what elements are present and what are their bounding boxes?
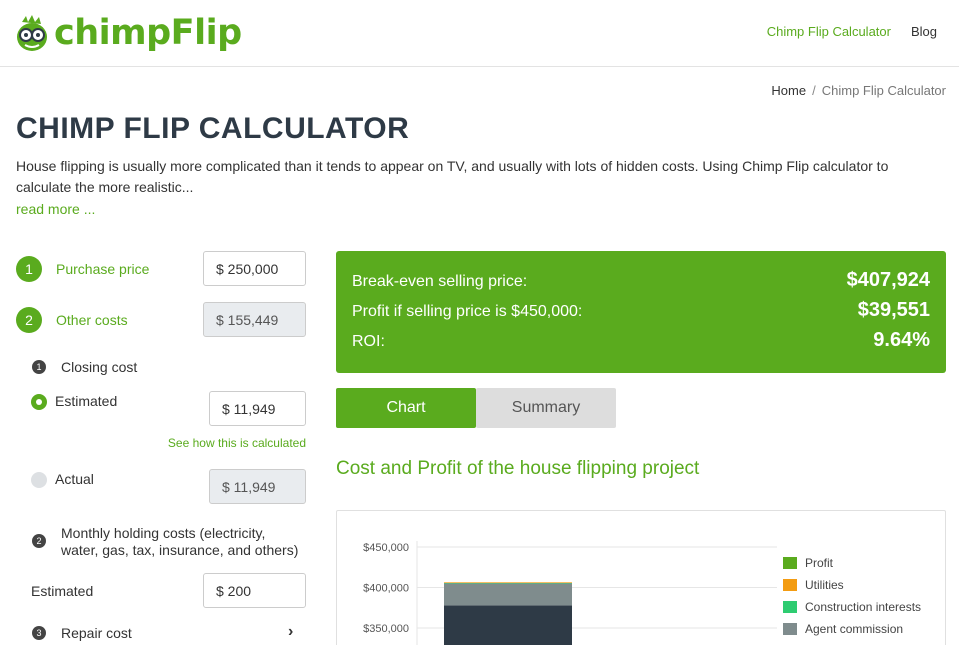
purchase-price-input[interactable]: $ 250,000 [203,251,306,286]
other-costs-label: Other costs [56,312,128,328]
breadcrumb-current: Chimp Flip Calculator [821,83,946,98]
closing-cost-label: Closing cost [61,359,138,375]
breadcrumb-home[interactable]: Home [771,83,806,98]
bar-segment-utilities [444,582,572,583]
profit-value: $39,551 [857,299,930,321]
closing-actual-input: $ 11,949 [209,469,306,504]
profit-row: Profit if selling price is $450,000: $39… [352,299,930,322]
legend-label: Construction interests [805,600,921,614]
y-tick-label: $450,000 [363,542,409,554]
legend-label: Agent commission [805,622,903,636]
other-costs-input: $ 155,449 [203,302,306,337]
y-tick-label: $350,000 [363,623,409,635]
breadcrumb-separator: / [812,83,816,98]
chart-title: Cost and Profit of the house flipping pr… [336,458,700,479]
profit-label: Profit if selling price is $450,000: [352,303,583,320]
closing-cost-num: 1 [32,360,46,374]
legend-label: Utilities [805,578,844,592]
logo-text: chimpFlip [54,13,242,53]
actual-radio[interactable] [31,472,47,488]
repair-cost-label: Repair cost [61,625,132,641]
holding-cost-label-line2: water, gas, tax, insurance, and others) [61,542,299,558]
cost-profit-chart: $450,000 $400,000 $350,000 Profit Utilities C… [363,541,921,645]
breakeven-label: Break-even selling price: [352,273,528,290]
roi-row: ROI: 9.64% [352,329,930,352]
y-tick-label: $400,000 [363,583,409,595]
bar-segment-base [444,605,572,645]
estimated-label: Estimated [55,393,118,409]
step-1-badge: 1 [16,256,42,282]
actual-label: Actual [55,471,94,487]
legend-swatch [783,557,797,569]
legend-swatch [783,601,797,613]
results-panel: Break-even selling price: $407,924 Profi… [336,251,946,373]
holding-cost-num: 2 [32,534,46,548]
read-more-link[interactable]: read more ... [16,201,95,217]
roi-value: 9.64% [873,329,930,351]
breakeven-row: Break-even selling price: $407,924 [352,269,930,292]
legend-swatch [783,579,797,591]
chevron-right-icon[interactable]: › [288,623,293,641]
intro-text: House flipping is usually more complicat… [16,158,889,195]
tab-chart[interactable]: Chart [336,388,476,428]
legend-label: Profit [805,556,834,570]
top-nav: Chimp Flip Calculator Blog [767,24,937,39]
page-title: CHIMP FLIP CALCULATOR [16,112,410,145]
tab-summary[interactable]: Summary [476,388,616,428]
nav-blog-link[interactable]: Blog [911,24,937,39]
chimp-face-icon [17,15,47,51]
holding-estimated-label: Estimated [31,583,94,599]
holding-cost-label: Monthly holding costs (electricity, wate… [61,525,298,559]
breadcrumb: Home / Chimp Flip Calculator [771,83,946,98]
purchase-price-label: Purchase price [56,261,150,277]
see-how-calculated-link[interactable]: See how this is calculated [168,436,306,450]
roi-label: ROI: [352,333,385,350]
chart-card: $450,000 $400,000 $350,000 Profit Utilities C… [336,510,946,645]
nav-calculator-link[interactable]: Chimp Flip Calculator [767,24,891,39]
holding-estimated-input[interactable]: $ 200 [203,573,306,608]
view-tabs: Chart Summary [336,388,616,428]
breakeven-value: $407,924 [846,269,930,291]
legend-swatch [783,623,797,635]
estimated-radio[interactable] [31,394,47,410]
step-2-badge: 2 [16,307,42,333]
bar-segment-agent-commission [444,583,572,606]
site-header: chimpFlip Chimp Flip Calculator Blog [0,0,959,67]
repair-cost-num: 3 [32,626,46,640]
logo[interactable]: chimpFlip [16,10,242,56]
closing-estimated-input[interactable]: $ 11,949 [209,391,306,426]
holding-cost-label-line1: Monthly holding costs (electricity, [61,525,266,541]
